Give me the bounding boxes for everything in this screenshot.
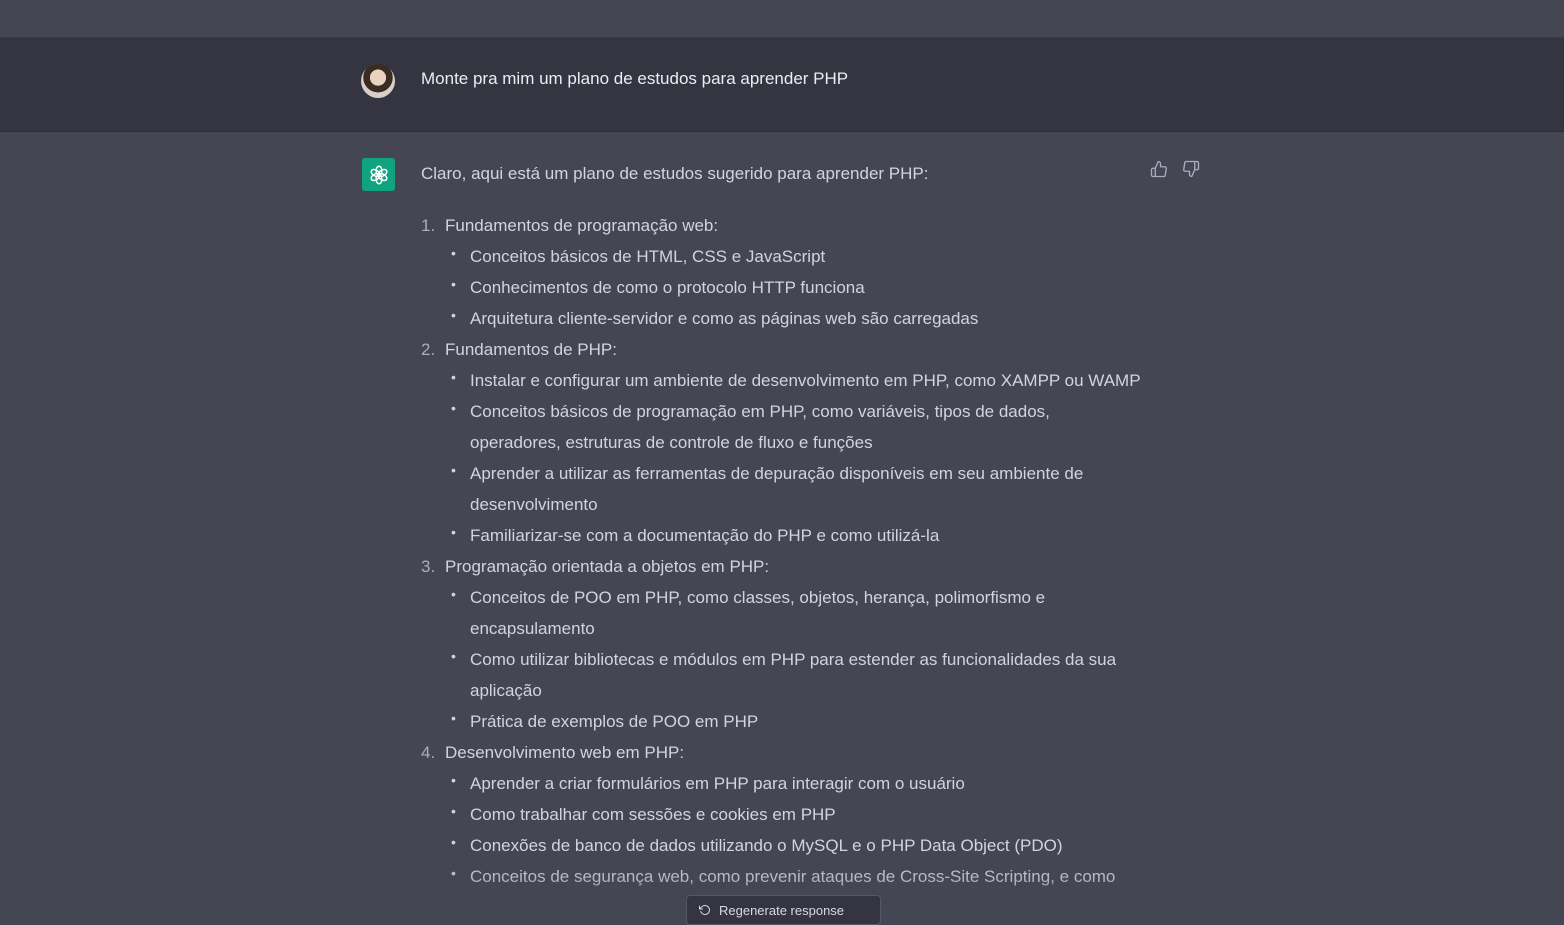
section-title: Programação orientada a objetos em PHP: <box>445 557 770 576</box>
plan-section: 4. Desenvolvimento web em PHP: Aprender … <box>421 737 1141 892</box>
list-item: Conceitos básicos de programação em PHP,… <box>445 393 1141 458</box>
assistant-intro: Claro, aqui está um plano de estudos sug… <box>421 164 929 183</box>
list-item: Arquitetura cliente-servidor e como as p… <box>445 300 1141 334</box>
section-items: Conceitos básicos de HTML, CSS e JavaScr… <box>445 238 1141 334</box>
regenerate-label: Regenerate response <box>719 902 845 918</box>
refresh-icon <box>699 904 710 915</box>
list-item: Aprender a utilizar as ferramentas de de… <box>445 455 1141 520</box>
section-number: 3. <box>421 557 436 576</box>
assistant-message-content: Claro, aqui está um plano de estudos sug… <box>421 160 1141 892</box>
list-item: Familiarizar-se com a documentação do PH… <box>445 517 1141 551</box>
top-bar <box>0 0 1564 38</box>
section-number: 4. <box>421 743 436 762</box>
list-item: Conceitos básicos de HTML, CSS e JavaScr… <box>445 238 1141 272</box>
section-title: Fundamentos de PHP: <box>445 340 617 359</box>
list-item: Conexões de banco de dados utilizando o … <box>445 827 1141 861</box>
list-item: Conhecimentos de como o protocolo HTTP f… <box>445 269 1141 303</box>
openai-logo-icon <box>362 158 395 191</box>
thumbs-down-icon[interactable] <box>1182 160 1200 178</box>
plan-section: 2. Fundamentos de PHP: Instalar e config… <box>421 334 1141 551</box>
regenerate-response-button[interactable]: Regenerate response <box>686 895 881 925</box>
list-item: Prática de exemplos de POO em PHP <box>445 703 1141 737</box>
list-item: Aprender a criar formulários em PHP para… <box>445 765 1141 799</box>
plan-section: 3. Programação orientada a objetos em PH… <box>421 551 1141 737</box>
list-item: Como utilizar bibliotecas e módulos em P… <box>445 641 1141 706</box>
list-item: Como trabalhar com sessões e cookies em … <box>445 796 1141 830</box>
section-items: Conceitos de POO em PHP, como classes, o… <box>445 579 1141 737</box>
thumbs-up-icon[interactable] <box>1150 160 1168 178</box>
section-number: 1. <box>421 216 436 235</box>
plan-section: 1. Fundamentos de programação web: Conce… <box>421 210 1141 334</box>
assistant-message-row: Claro, aqui está um plano de estudos sug… <box>0 132 1564 915</box>
list-item: Instalar e configurar um ambiente de des… <box>445 362 1141 396</box>
feedback-buttons <box>1150 160 1200 178</box>
list-item: Conceitos de segurança web, como preveni… <box>445 858 1141 892</box>
section-title: Fundamentos de programação web: <box>445 216 719 235</box>
section-number: 2. <box>421 340 436 359</box>
user-message-row: Monte pra mim um plano de estudos para a… <box>0 38 1564 132</box>
section-items: Instalar e configurar um ambiente de des… <box>445 362 1141 551</box>
study-plan-list: 1. Fundamentos de programação web: Conce… <box>421 210 1141 892</box>
list-item: Conceitos de POO em PHP, como classes, o… <box>445 579 1141 644</box>
section-title: Desenvolvimento web em PHP: <box>445 743 685 762</box>
section-items: Aprender a criar formulários em PHP para… <box>445 765 1141 892</box>
user-message-text: Monte pra mim um plano de estudos para a… <box>421 69 849 88</box>
user-avatar <box>361 64 395 98</box>
